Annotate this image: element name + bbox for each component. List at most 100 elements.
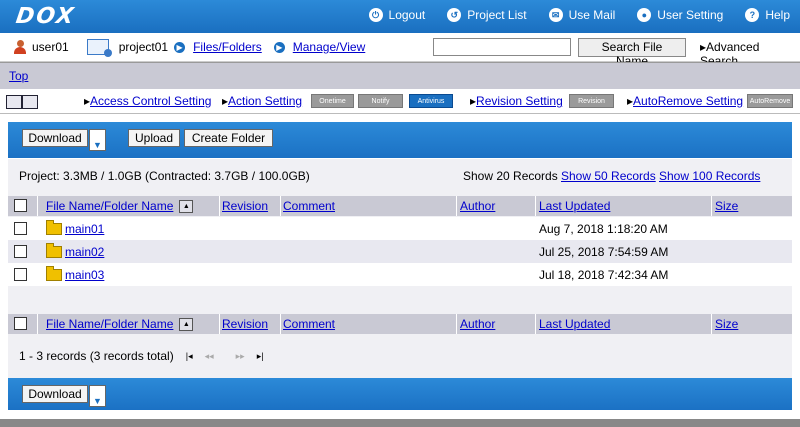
- col-comment-sort[interactable]: Comment: [283, 199, 335, 213]
- col-name-sort[interactable]: File Name/Folder Name: [46, 199, 173, 213]
- chevron-down-icon: ▼: [93, 396, 102, 406]
- grid-view-icon[interactable]: [22, 95, 38, 109]
- download-button[interactable]: Download: [22, 385, 88, 403]
- folder-icon: [46, 242, 62, 258]
- footer-bar: [0, 419, 800, 427]
- last-updated: Jul 18, 2018 7:42:34 AM: [539, 267, 669, 282]
- autoremove-setting-link[interactable]: AutoRemove Setting: [633, 94, 743, 108]
- folder-link[interactable]: main01: [65, 222, 104, 236]
- search-file-name-button[interactable]: Search File Name: [578, 38, 686, 68]
- user-icon: [14, 40, 26, 54]
- last-updated: Aug 7, 2018 1:18:20 AM: [539, 221, 668, 236]
- current-project: project01 ▶ Files/Folders ▶ Manage/View: [86, 39, 366, 57]
- last-updated: Jul 25, 2018 7:54:59 AM: [539, 244, 669, 259]
- show-50-link[interactable]: Show 50 Records: [561, 169, 656, 183]
- arrow-icon: ▶: [273, 41, 285, 53]
- logout-link[interactable]: ⏻ Logout: [368, 8, 426, 22]
- table-row[interactable]: main03 Jul 18, 2018 7:42:34 AM: [8, 263, 792, 286]
- breadcrumb: Top: [0, 62, 800, 89]
- top-header: DOX ⏻ Logout ↺ Project List ✉ Use Mail ● Use…: [0, 0, 800, 33]
- sort-asc-icon[interactable]: ▲: [179, 317, 194, 331]
- download-dropdown-button[interactable]: ▼: [89, 129, 106, 151]
- help-icon: ?: [745, 8, 760, 22]
- col-name-sort[interactable]: File Name/Folder Name: [46, 317, 173, 331]
- tag-notify: Notify: [358, 94, 403, 108]
- tag-onetime: Onetime: [311, 94, 354, 108]
- search-input[interactable]: [433, 38, 571, 56]
- project-list-link[interactable]: ↺ Project List: [447, 8, 527, 22]
- show-20-text: Show 20 Records: [463, 169, 558, 183]
- last-page-button[interactable]: ▸|: [257, 351, 264, 362]
- upload-button[interactable]: Upload: [128, 129, 180, 147]
- access-control-setting[interactable]: ▸ Access Control Setting: [84, 94, 211, 108]
- col-author-sort[interactable]: Author: [460, 317, 495, 331]
- tag-revision: Revision: [569, 94, 614, 108]
- col-revision-sort[interactable]: Revision: [222, 317, 268, 331]
- col-author-sort[interactable]: Author: [460, 199, 495, 213]
- table-row[interactable]: main01 Aug 7, 2018 1:18:20 AM: [8, 217, 792, 240]
- logout-label: Logout: [388, 8, 426, 22]
- next-page-button[interactable]: ▸▸: [236, 351, 245, 362]
- first-page-button[interactable]: |◂: [186, 351, 193, 362]
- file-toolbar-top: Download ▼ Upload Create Folder: [8, 122, 792, 158]
- folder-link[interactable]: main02: [65, 245, 104, 259]
- table-row[interactable]: main02 Jul 25, 2018 7:54:59 AM: [8, 240, 792, 263]
- col-updated-sort[interactable]: Last Updated: [539, 317, 610, 331]
- current-user: user01: [14, 40, 69, 54]
- help-label: Help: [765, 8, 790, 22]
- sort-asc-icon[interactable]: ▲: [179, 199, 194, 213]
- project-list-icon: ↺: [447, 8, 462, 22]
- action-setting[interactable]: ▸ Action Setting: [222, 94, 302, 108]
- action-setting-link[interactable]: Action Setting: [228, 94, 302, 108]
- download-button[interactable]: Download: [22, 129, 88, 147]
- create-folder-button[interactable]: Create Folder: [184, 129, 273, 147]
- files-folders-link[interactable]: Files/Folders: [193, 40, 262, 54]
- mail-icon: ✉: [548, 8, 563, 22]
- chevron-down-icon: ▼: [93, 140, 102, 150]
- user-name: user01: [32, 40, 69, 54]
- breadcrumb-top-link[interactable]: Top: [9, 69, 28, 83]
- project-name: project01: [118, 40, 169, 54]
- project-list-label: Project List: [467, 8, 527, 22]
- prev-page-button[interactable]: ◂◂: [205, 351, 214, 362]
- select-all-checkbox[interactable]: [14, 199, 27, 212]
- folder-link[interactable]: main03: [65, 268, 104, 282]
- tag-autoremove: AutoRemove: [747, 94, 793, 108]
- col-updated-sort[interactable]: Last Updated: [539, 199, 610, 213]
- row-checkbox[interactable]: [14, 222, 27, 235]
- row-checkbox[interactable]: [14, 268, 27, 281]
- file-list-panel: Project: 3.3MB / 1.0GB (Contracted: 3.7G…: [8, 159, 792, 378]
- table-header: File Name/Folder Name ▲ Revision Comment …: [8, 196, 792, 216]
- user-setting-label: User Setting: [657, 8, 724, 22]
- use-mail-label: Use Mail: [568, 8, 616, 22]
- folder-view-icon[interactable]: [6, 95, 22, 109]
- show-100-link[interactable]: Show 100 Records: [659, 169, 760, 183]
- help-link[interactable]: ? Help: [745, 8, 790, 22]
- manage-view-link[interactable]: Manage/View: [293, 40, 366, 54]
- use-mail-link[interactable]: ✉ Use Mail: [548, 8, 616, 22]
- file-toolbar-bottom: Download ▼: [8, 378, 792, 410]
- download-dropdown-button[interactable]: ▼: [89, 385, 106, 407]
- col-revision-sort[interactable]: Revision: [222, 199, 268, 213]
- revision-setting[interactable]: ▸ Revision Setting: [470, 94, 563, 108]
- quota-text: Project: 3.3MB / 1.0GB (Contracted: 3.7G…: [19, 169, 310, 183]
- col-comment-sort[interactable]: Comment: [283, 317, 335, 331]
- revision-setting-link[interactable]: Revision Setting: [476, 94, 563, 108]
- arrow-icon: ▶: [174, 41, 186, 53]
- user-setting-link[interactable]: ● User Setting: [637, 8, 723, 22]
- folder-icon: [46, 219, 62, 235]
- table-footer-header: File Name/Folder Name ▲ Revision Comment …: [8, 314, 792, 334]
- top-nav: ⏻ Logout ↺ Project List ✉ Use Mail ● User Se…: [368, 8, 790, 22]
- select-all-checkbox[interactable]: [14, 317, 27, 330]
- row-checkbox[interactable]: [14, 245, 27, 258]
- col-size-sort[interactable]: Size: [715, 317, 738, 331]
- user-setting-icon: ●: [637, 8, 652, 22]
- autoremove-setting[interactable]: ▸ AutoRemove Setting: [627, 94, 743, 108]
- pager: 1 - 3 records (3 records total) |◂ ◂◂ ▸▸…: [19, 349, 264, 363]
- logout-icon: ⏻: [368, 8, 383, 22]
- col-size-sort[interactable]: Size: [715, 199, 738, 213]
- settings-bar: ▸ Access Control Setting ▸ Action Setting …: [0, 89, 800, 114]
- tag-antivirus: Antivirus: [409, 94, 453, 108]
- access-control-setting-link[interactable]: Access Control Setting: [90, 94, 211, 108]
- record-summary: 1 - 3 records (3 records total): [19, 349, 174, 363]
